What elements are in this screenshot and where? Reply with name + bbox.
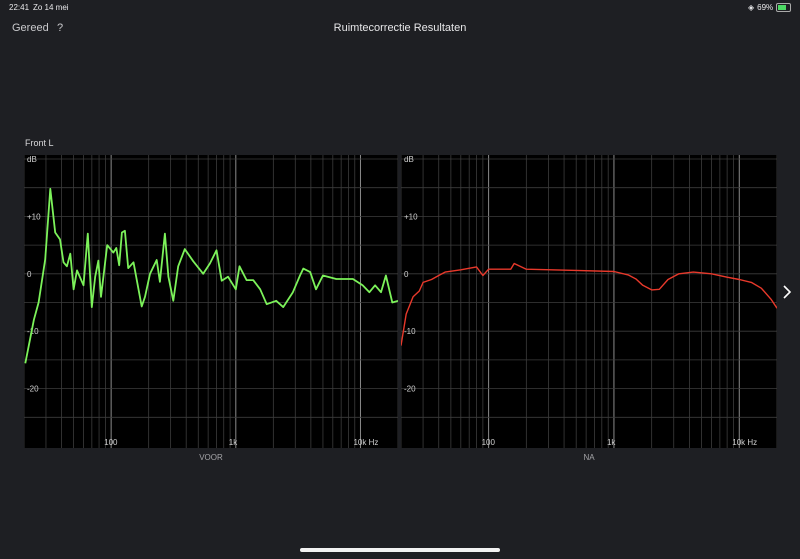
x-tick-label: 1k (229, 438, 238, 447)
battery-charging-icon (776, 3, 792, 12)
y-tick-label: 0 (27, 270, 32, 279)
wifi-icon: ◈ (748, 3, 755, 12)
before-chart: dB +10 0 -10 -20 100 1k 10k Hz (23, 155, 399, 448)
after-response-line (400, 262, 778, 346)
speaker-label: Front L (25, 138, 54, 148)
x-tick-label: 100 (104, 438, 118, 447)
x-tick-label: 10k Hz (732, 438, 757, 447)
before-chart-svg: dB+100-10-20100 1k 10k Hz (23, 155, 399, 448)
battery-percent: 69% (757, 3, 774, 12)
next-chevron-icon[interactable] (780, 282, 794, 302)
x-tick-label: 100 (482, 438, 496, 447)
y-tick-label: dB (27, 155, 37, 164)
status-date: Zo 14 mei (33, 3, 69, 12)
after-chart-svg: dB +10 0 -10 -20 100 1k 10k Hz (400, 155, 778, 448)
after-chart: dB +10 0 -10 -20 100 1k 10k Hz (400, 155, 778, 448)
y-tick-label: -10 (404, 327, 416, 336)
y-tick-label: +10 (27, 212, 41, 221)
y-tick-label: dB (404, 155, 414, 164)
status-time: 22:41 (9, 3, 30, 12)
after-chart-caption: NA (583, 453, 595, 462)
y-tick-label: -20 (404, 385, 416, 394)
page-title: Ruimtecorrectie Resultaten (333, 22, 467, 34)
y-tick-label: +10 (404, 212, 418, 221)
home-indicator (300, 548, 500, 552)
status-right: ◈ 69% (748, 3, 792, 12)
y-tick-label: -20 (27, 385, 39, 394)
before-chart-caption: VOOR (199, 453, 223, 462)
before-response-line (24, 187, 399, 364)
x-tick-label: 10k Hz (353, 438, 378, 447)
x-tick-label: 1k (607, 438, 616, 447)
y-tick-label: 0 (404, 270, 409, 279)
